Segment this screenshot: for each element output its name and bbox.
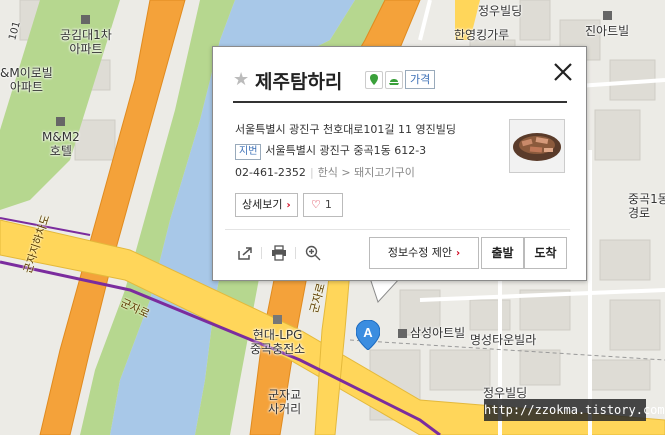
popup-tail: [370, 278, 401, 303]
dish-icon: [385, 71, 403, 89]
tool-separator: [295, 247, 296, 259]
green-marker-icon: [365, 71, 383, 89]
price-badge[interactable]: 가격: [405, 70, 436, 89]
tool-separator: [261, 247, 262, 259]
map-label-myeongseong: 명성타운빌라: [470, 333, 537, 347]
watermark: http://zzokma.tistory.com: [484, 399, 665, 421]
suggest-edit-button[interactable]: 정보수정 제안 ›: [369, 237, 479, 269]
gas-station-icon: [273, 315, 283, 324]
map-label-hanyeong: 한영킹가루: [454, 28, 510, 42]
like-count: 1: [324, 198, 332, 211]
close-icon[interactable]: [552, 61, 574, 83]
place-photo[interactable]: [509, 119, 565, 173]
map-label-apartment-2: &M이로빌 아파트: [0, 66, 53, 94]
road-address: 서울특별시 광진구 천호대로101길 11 영진빌딩: [235, 123, 457, 136]
place-info-popup: ★ 제주탐하리 가격 서울특별시 광진구 천호대로101길 11 영진빌딩 지번…: [212, 46, 587, 281]
popup-header: ★ 제주탐하리 가격: [233, 65, 567, 103]
detail-button[interactable]: 상세보기 ›: [235, 193, 298, 217]
building-icon: [602, 11, 612, 20]
phone-number[interactable]: 02-461-2352: [235, 166, 306, 179]
building-icon: [398, 328, 407, 338]
map-label-gunja-intersection: 군자교 사거리: [268, 388, 302, 416]
detail-button-label: 상세보기: [242, 198, 283, 211]
jibun-row: 지번 서울특별시 광진구 중곡1동 612-3: [235, 142, 426, 160]
map-label-hyundai-lpg: 현대-LPG 중곡충전소: [250, 314, 305, 356]
category: 한식 > 돼지고기구이: [317, 166, 415, 179]
heart-icon: ♡: [311, 198, 321, 211]
map-label-jinatower: 진아트빌: [585, 10, 629, 38]
phone-row: 02-461-2352 | 한식 > 돼지고기구이: [235, 164, 415, 180]
favorite-star-icon[interactable]: ★: [233, 69, 249, 90]
arrive-button[interactable]: 도착: [524, 237, 567, 269]
chevron-right-icon: ›: [286, 200, 291, 211]
share-icon[interactable]: [237, 245, 253, 261]
depart-button[interactable]: 출발: [481, 237, 524, 269]
suggest-edit-label: 정보수정 제안: [387, 246, 453, 259]
popup-divider: [225, 229, 570, 230]
chevron-right-icon: ›: [456, 248, 461, 259]
map-label-jeongwoo-bottom: 정우빌딩: [483, 386, 528, 400]
jibun-address: 서울특별시 광진구 중곡1동 612-3: [265, 144, 427, 157]
map-label-junggok: 중곡1동 경로: [628, 192, 665, 220]
place-name[interactable]: 제주탐하리: [255, 67, 342, 94]
map-label-samsung: 삼성아트빌: [398, 326, 465, 340]
building-icon: [56, 117, 66, 126]
map-label-hotel: M&M2 호텔: [42, 116, 80, 158]
map-label-apartment-1: 공김대1차 아파트: [60, 14, 112, 56]
building-icon: [81, 15, 91, 24]
print-icon[interactable]: [271, 245, 287, 261]
separator: |: [309, 166, 314, 179]
jibun-tag: 지번: [235, 144, 262, 160]
location-marker[interactable]: A: [356, 320, 380, 350]
zoom-in-icon[interactable]: [305, 245, 321, 261]
marker-letter: A: [363, 325, 373, 340]
like-button[interactable]: ♡ 1: [303, 193, 343, 217]
map-label-jeongwoo-top: 정우빌딩: [478, 4, 523, 18]
